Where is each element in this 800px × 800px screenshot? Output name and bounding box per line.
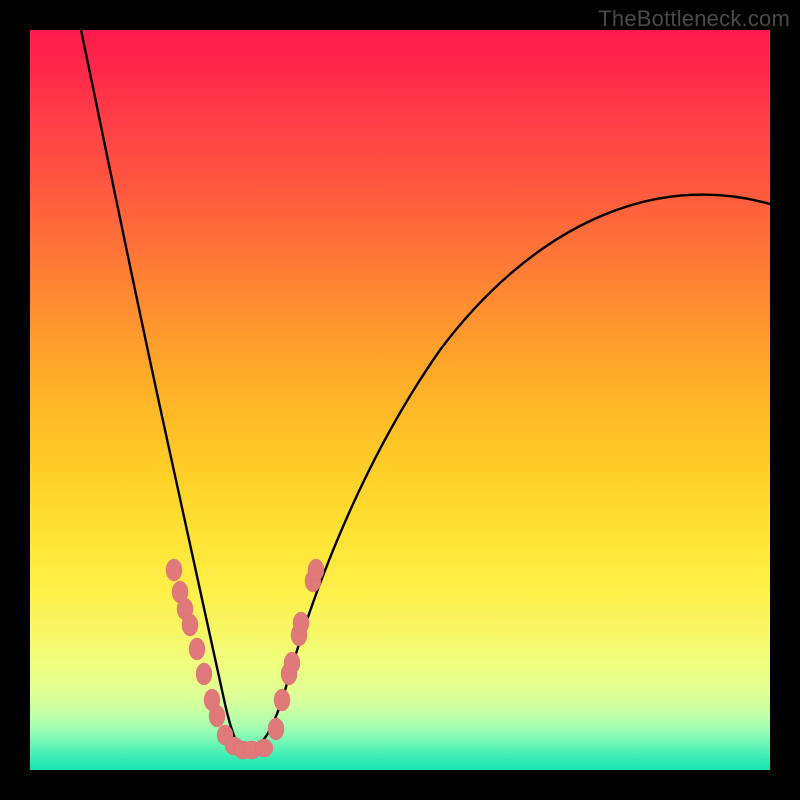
curves-svg bbox=[30, 30, 770, 770]
right-curve bbox=[244, 195, 770, 752]
marker-dot bbox=[196, 663, 212, 685]
outer-frame: TheBottleneck.com bbox=[0, 0, 800, 800]
marker-dot bbox=[268, 718, 284, 740]
marker-dot bbox=[293, 612, 309, 634]
marker-dot bbox=[255, 739, 273, 757]
watermark-text: TheBottleneck.com bbox=[598, 6, 790, 32]
marker-dot bbox=[166, 559, 182, 581]
plot-area bbox=[30, 30, 770, 770]
marker-dot bbox=[189, 638, 205, 660]
marker-dot bbox=[209, 705, 225, 727]
marker-dot bbox=[284, 652, 300, 674]
left-curve bbox=[81, 30, 244, 752]
marker-dot bbox=[274, 689, 290, 711]
marker-dot bbox=[308, 559, 324, 581]
marker-dot bbox=[182, 614, 198, 636]
marker-group bbox=[166, 559, 324, 759]
